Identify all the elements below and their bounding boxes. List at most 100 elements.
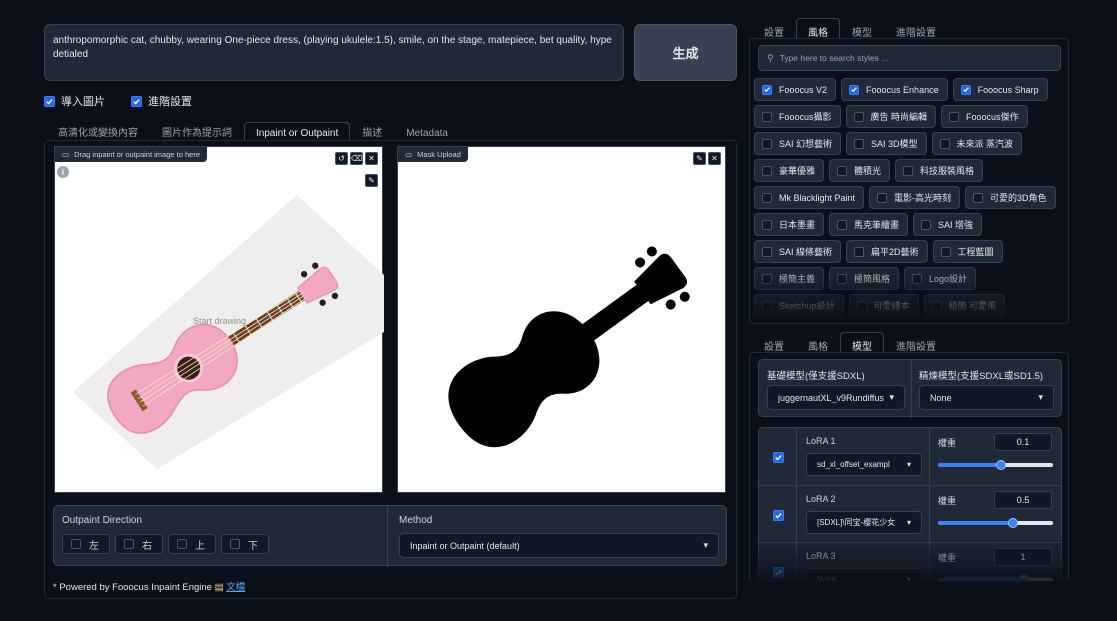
style-label: Fooocus Enhance	[866, 84, 939, 95]
style-option[interactable]: 可愛的3D角色	[965, 186, 1056, 209]
style-label: 工程藍圖	[957, 247, 994, 257]
refiner-model-label: 精煉模型(支援SDXL或SD1.5)	[919, 371, 1044, 382]
style-option[interactable]: 未來派 蒸汽波	[931, 132, 1023, 155]
style-search-input[interactable]: ⚲ Type here to search styles ...	[758, 45, 1061, 71]
checkbox-icon	[837, 165, 848, 176]
style-option[interactable]: Fooocus傑作	[941, 105, 1028, 128]
checkbox-icon	[762, 192, 772, 203]
checkbox-icon	[762, 165, 772, 176]
style-option[interactable]: SAI 幻想藝術	[754, 132, 842, 155]
checkbox-icon	[949, 111, 960, 122]
method-title: Method	[399, 515, 433, 526]
style-label: 日本墨畫	[779, 220, 816, 230]
document-icon: ▤	[214, 582, 224, 593]
check-icon	[44, 95, 55, 107]
outpaint-top-checkbox[interactable]: 上	[168, 534, 216, 554]
generate-button[interactable]: 生成	[634, 24, 737, 81]
prompt-input[interactable]: anthropomorphic cat, chubby, wearing One…	[44, 24, 624, 81]
checkbox-icon	[762, 246, 772, 257]
base-model-select[interactable]: juggernautXL_v9Rundiffus ▾	[767, 385, 905, 410]
chevron-down-icon: ▾	[906, 460, 911, 469]
outpaint-direction-title: Outpaint Direction	[62, 515, 143, 526]
style-label: SAI 幻想藝術	[779, 139, 833, 149]
checkbox-icon	[940, 246, 951, 257]
style-label: Fooocus傑作	[966, 112, 1019, 122]
mask-upload-canvas[interactable]: ▭ Mask Upload ✎ ✕	[397, 146, 726, 493]
style-option[interactable]: 科技服裝風格	[895, 159, 984, 182]
weight-label: 權重	[938, 496, 957, 506]
outpaint-right-checkbox[interactable]: 右	[115, 534, 163, 554]
slider-handle[interactable]	[1007, 518, 1018, 528]
docs-link[interactable]: 文檔	[226, 582, 245, 593]
ukulele-photo: Start drawing	[73, 195, 384, 469]
weight-input[interactable]: 0.1	[994, 433, 1052, 451]
style-option[interactable]: Fooocus Sharp	[952, 78, 1048, 101]
style-option[interactable]: SAI 3D模型	[846, 132, 927, 155]
weight-slider[interactable]	[938, 518, 1053, 528]
chevron-down-icon: ▾	[703, 540, 708, 550]
slider-handle[interactable]	[996, 460, 1007, 470]
checkbox-icon	[903, 165, 914, 176]
check-icon	[960, 84, 971, 95]
style-label: 豪華優雅	[779, 166, 816, 176]
check-icon	[762, 84, 772, 95]
lora-model-select[interactable]: [SDXL]\同宝-櫻花少女 ▾	[806, 511, 922, 534]
outpaint-bottom-checkbox[interactable]: 下	[221, 534, 269, 554]
input-image-checkbox[interactable]: 導入圖片	[44, 93, 105, 109]
advanced-checkbox[interactable]: 進階設置	[131, 93, 192, 109]
model-selectors: 基礎模型(僅支援SDXL) juggernautXL_v9Rundiffus ▾…	[758, 359, 1062, 418]
style-option[interactable]: Fooocus Enhance	[841, 78, 948, 101]
style-option[interactable]: 扁平2D藝術	[846, 240, 928, 263]
checkbox-icon	[854, 246, 865, 257]
lora-row: LoRA 1 sd_xl_offset_exampl ▾ 權重 0.1	[759, 428, 1061, 484]
style-option[interactable]: 馬克筆繪畫	[829, 213, 909, 236]
base-model-label: 基礎模型(僅支援SDXL)	[767, 371, 865, 382]
lora-enable-checkbox[interactable]	[773, 510, 784, 521]
method-select[interactable]: Inpaint or Outpaint (default) ▾	[399, 533, 719, 558]
style-label: 可愛的3D角色	[990, 193, 1047, 203]
checkbox-icon	[762, 219, 772, 230]
style-option[interactable]: 工程藍圖	[932, 240, 1003, 263]
divider	[387, 506, 388, 567]
style-option[interactable]: Fooocus V2	[754, 78, 837, 101]
start-drawing-hint: Start drawing	[193, 316, 246, 326]
style-option[interactable]: Fooocus攝影	[754, 105, 841, 128]
input-image-label: 導入圖片	[61, 96, 105, 108]
style-label: 電影-高光時刻	[894, 193, 952, 203]
checkbox-icon	[762, 111, 772, 122]
style-option[interactable]: SAI 增強	[913, 213, 983, 236]
check-icon	[849, 84, 860, 95]
style-label: Fooocus攝影	[779, 112, 832, 122]
style-option[interactable]: 豪華優雅	[754, 159, 825, 182]
weight-label: 權重	[938, 438, 957, 448]
style-option[interactable]: 廣告 時尚編輯	[845, 105, 937, 128]
style-option[interactable]: 電影-高光時刻	[869, 186, 961, 209]
style-label: SAI 增強	[938, 220, 974, 230]
style-option[interactable]: 體積光	[829, 159, 891, 182]
style-option[interactable]: 日本墨畫	[754, 213, 825, 236]
mask-silhouette	[448, 246, 690, 448]
chevron-down-icon: ▾	[1038, 392, 1043, 402]
style-option[interactable]: Mk Blacklight Paint	[754, 186, 865, 209]
divider	[911, 360, 912, 418]
style-label: 未來派 蒸汽波	[956, 139, 1014, 149]
style-label: SAI 3D模型	[871, 139, 918, 149]
style-option[interactable]: SAI 線條藝術	[754, 240, 842, 263]
refiner-model-select[interactable]: None ▾	[919, 385, 1054, 410]
style-label: 廣告 時尚編輯	[870, 112, 928, 122]
lora-model-select[interactable]: sd_xl_offset_exampl ▾	[806, 453, 922, 476]
lora-list-fade	[750, 536, 1068, 584]
lora-enable-checkbox[interactable]	[773, 452, 784, 463]
search-icon: ⚲	[767, 52, 774, 63]
weight-slider[interactable]	[938, 460, 1053, 470]
style-label: 體積光	[854, 166, 882, 176]
weight-input[interactable]: 0.5	[994, 491, 1052, 509]
style-label: 馬克筆繪畫	[854, 220, 900, 230]
chevron-down-icon: ▾	[889, 392, 894, 402]
outpaint-left-checkbox[interactable]: 左	[62, 534, 110, 554]
inpaint-image-canvas[interactable]: ▭ Drag inpaint or outpaint image to here …	[54, 146, 384, 493]
checkbox-icon	[939, 138, 950, 149]
check-icon	[131, 95, 142, 107]
style-label: Mk Blacklight Paint	[779, 192, 856, 203]
lora-label: LoRA 1	[806, 436, 836, 446]
